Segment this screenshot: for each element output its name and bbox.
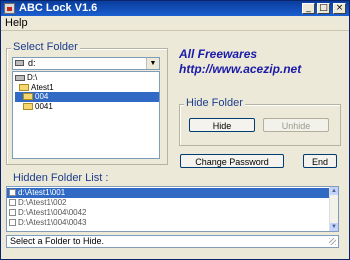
resize-grip-icon[interactable] bbox=[329, 238, 336, 245]
checkbox[interactable] bbox=[9, 199, 16, 207]
drive-select[interactable]: d: ▼ bbox=[12, 57, 160, 70]
checkbox[interactable] bbox=[9, 209, 16, 217]
folder-icon bbox=[23, 103, 33, 111]
hide-folder-label: Hide Folder bbox=[184, 97, 245, 109]
window-title: ABC Lock V1.6 bbox=[19, 2, 98, 14]
select-folder-label: Select Folder bbox=[11, 41, 80, 53]
minimize-icon[interactable]: _ bbox=[302, 3, 315, 14]
list-scrollbar[interactable]: ▲ ▼ bbox=[329, 187, 338, 231]
list-item[interactable]: D:\Atest1\002 bbox=[7, 198, 331, 208]
hidden-folder-list[interactable]: d:\Atest1\001 D:\Atest1\002 D:\Atest1\00… bbox=[6, 186, 339, 232]
scroll-up-icon[interactable]: ▲ bbox=[330, 187, 338, 195]
list-item[interactable]: D:\Atest1\004\0042 bbox=[7, 208, 331, 218]
app-lock-icon bbox=[4, 3, 15, 14]
hide-button[interactable]: Hide bbox=[189, 118, 255, 132]
list-item[interactable]: d:\Atest1\001 bbox=[7, 188, 331, 198]
chevron-down-icon[interactable]: ▼ bbox=[146, 58, 159, 69]
status-text: Select a Folder to Hide. bbox=[10, 236, 105, 246]
folder-icon bbox=[23, 93, 33, 101]
list-item[interactable]: D:\Atest1\004\0043 bbox=[7, 218, 331, 228]
folder-tree[interactable]: D:\ Atest1 004 0041 bbox=[12, 71, 160, 159]
change-password-button[interactable]: Change Password bbox=[180, 154, 284, 168]
app-window: ABC Lock V1.6 _ □ × Help Select Folder d… bbox=[0, 0, 350, 260]
folder-open-icon bbox=[19, 84, 29, 92]
menu-help[interactable]: Help bbox=[5, 17, 28, 29]
unhide-button[interactable]: Unhide bbox=[263, 118, 329, 132]
close-icon[interactable]: × bbox=[333, 3, 346, 14]
tree-node-drive[interactable]: D:\ bbox=[15, 73, 37, 83]
menu-bar: Help bbox=[1, 16, 349, 31]
promo-url[interactable]: http://www.acezip.net bbox=[179, 62, 301, 76]
drive-icon bbox=[15, 60, 24, 66]
promo-title: All Freewares bbox=[179, 47, 258, 61]
status-bar: Select a Folder to Hide. bbox=[6, 235, 339, 248]
checkbox[interactable] bbox=[9, 219, 16, 227]
title-bar: ABC Lock V1.6 _ □ × bbox=[1, 1, 349, 16]
drive-value: d: bbox=[28, 58, 36, 68]
tree-node-0041[interactable]: 0041 bbox=[23, 102, 53, 112]
hidden-list-label: Hidden Folder List : bbox=[13, 172, 109, 184]
maximize-icon[interactable]: □ bbox=[317, 3, 330, 14]
scroll-down-icon[interactable]: ▼ bbox=[330, 223, 338, 231]
drive-icon bbox=[15, 74, 25, 81]
end-button[interactable]: End bbox=[303, 154, 337, 168]
tree-node-004[interactable]: 004 bbox=[15, 92, 159, 102]
checkbox[interactable] bbox=[9, 189, 16, 197]
